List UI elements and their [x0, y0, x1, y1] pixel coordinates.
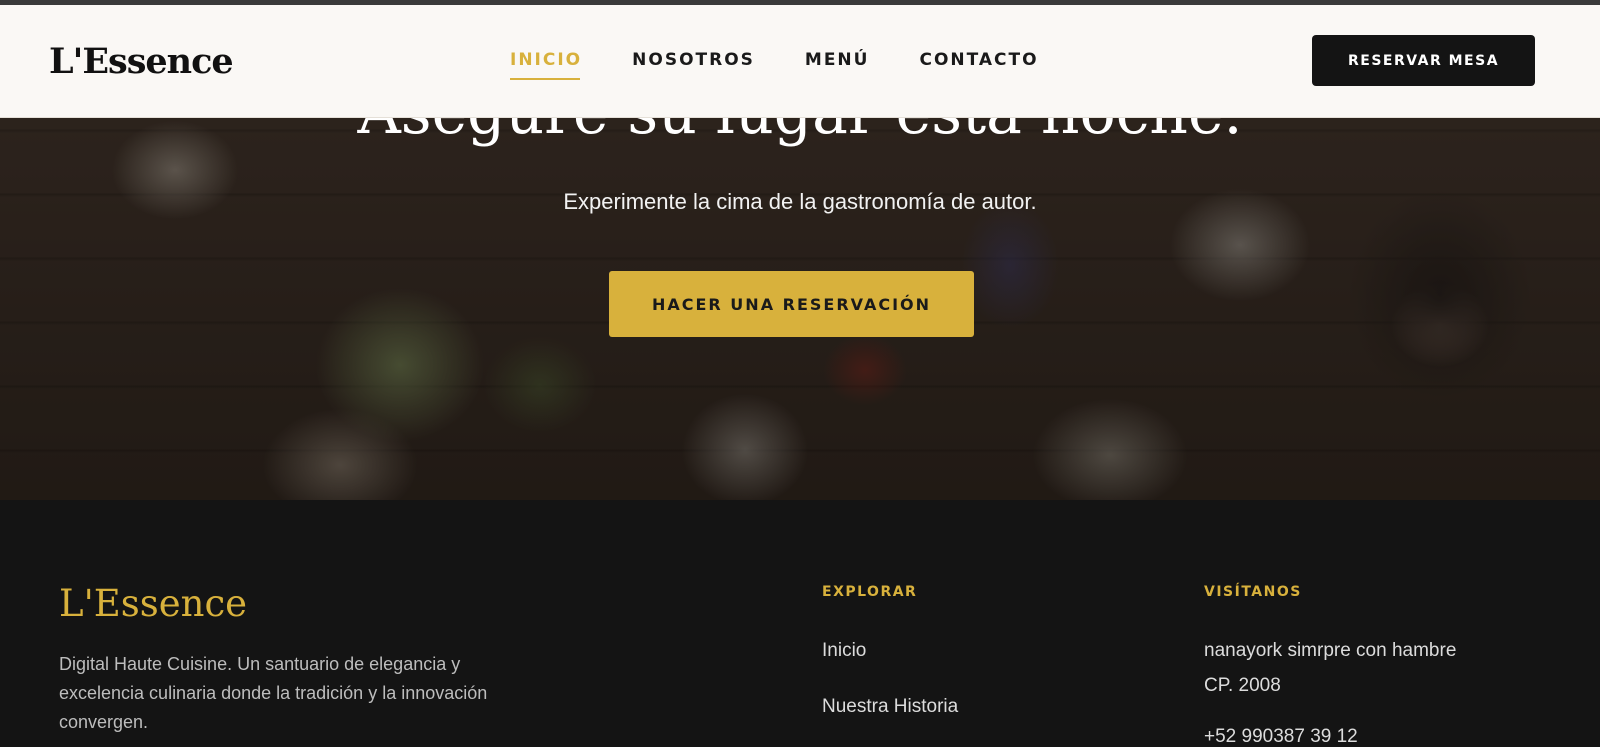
footer-link-inicio[interactable]: Inicio — [822, 640, 866, 662]
explore-heading: EXPLORAR — [822, 584, 918, 600]
address-line-1: nanayork simrpre con hambre — [1204, 640, 1457, 661]
reserve-table-button[interactable]: RESERVAR MESA — [1312, 35, 1535, 86]
footer-description: Digital Haute Cuisine. Un santuario de e… — [59, 654, 488, 732]
site-header: L'Essence INICIO NOSOTROS MENÚ CONTACTO … — [0, 5, 1600, 118]
hero-subtitle: Experimente la cima de la gastronomía de… — [563, 189, 1037, 214]
site-footer: L'Essence Digital Haute Cuisine. Un sant… — [0, 500, 1600, 747]
main-nav: INICIO NOSOTROS MENÚ CONTACTO — [510, 50, 1039, 80]
address-line-2: CP. 2008 — [1204, 675, 1281, 696]
make-reservation-button[interactable]: HACER UNA RESERVACIÓN — [609, 271, 974, 337]
nav-item-inicio[interactable]: INICIO — [510, 50, 582, 80]
logo[interactable]: L'Essence — [49, 41, 234, 82]
footer-link-historia[interactable]: Nuestra Historia — [822, 696, 958, 718]
nav-item-nosotros[interactable]: NOSOTROS — [632, 50, 755, 80]
nav-item-menu[interactable]: MENÚ — [805, 50, 870, 80]
nav-item-contacto[interactable]: CONTACTO — [919, 50, 1038, 80]
visit-heading: VISÍTANOS — [1204, 584, 1302, 600]
phone-link[interactable]: +52 990387 39 12 — [1204, 726, 1358, 747]
footer-logo: L'Essence — [59, 582, 248, 625]
